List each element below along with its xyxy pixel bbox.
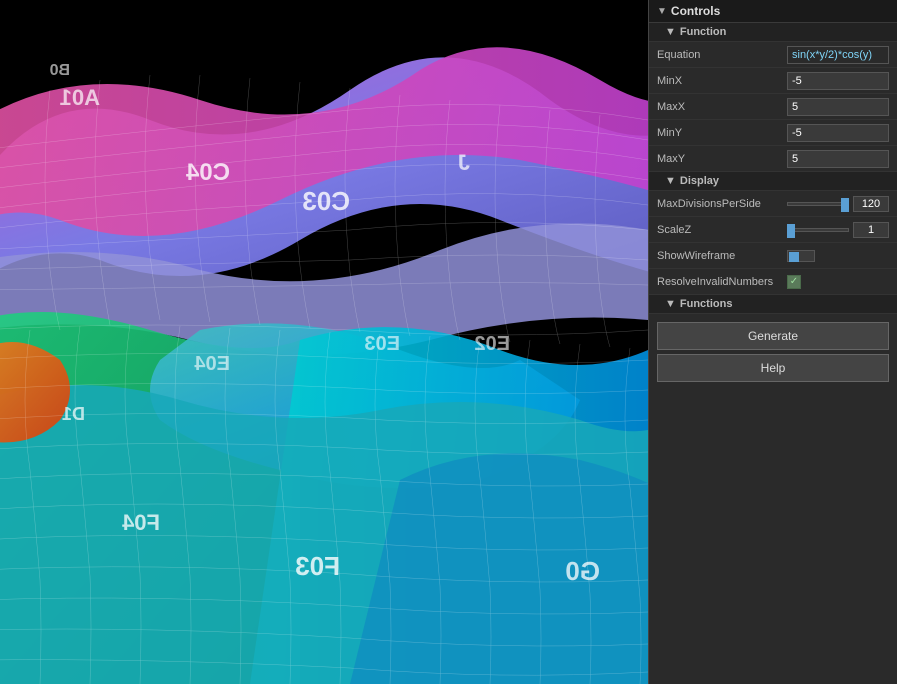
svg-text:E02: E02 [474, 333, 510, 355]
display-arrow-icon: ▼ [665, 175, 676, 187]
scale-z-value: 1 [853, 222, 889, 238]
resolve-invalid-label: ResolveInvalidNumbers [657, 276, 787, 288]
equation-label: Equation [657, 49, 787, 61]
minx-label: MinX [657, 75, 787, 87]
maxx-input[interactable] [787, 98, 889, 116]
miny-row: MinY [649, 120, 897, 146]
maxy-label: MaxY [657, 153, 787, 165]
max-divisions-value: 120 [853, 196, 889, 212]
scale-z-slider[interactable] [787, 228, 849, 232]
control-panel: ▼ Controls ▼ Function Equation MinX MaxX… [648, 0, 897, 684]
svg-text:C03: C03 [302, 186, 350, 216]
function-arrow-icon: ▼ [665, 26, 676, 38]
scale-z-row: ScaleZ 1 [649, 217, 897, 243]
svg-text:F04: F04 [121, 510, 160, 535]
checkmark-icon: ✓ [790, 276, 798, 287]
functions-arrow-icon: ▼ [665, 298, 676, 310]
controls-arrow-icon: ▼ [657, 6, 667, 17]
display-header[interactable]: ▼ Display [649, 172, 897, 191]
max-divisions-slider-container: 120 [787, 196, 889, 212]
svg-text:C04: C04 [185, 159, 230, 186]
svg-text:A01: A01 [60, 85, 100, 110]
svg-text:G0: G0 [565, 556, 600, 586]
help-button[interactable]: Help [657, 354, 889, 382]
scale-z-label: ScaleZ [657, 224, 787, 236]
equation-row: Equation [649, 42, 897, 68]
minx-input[interactable] [787, 72, 889, 90]
controls-title: Controls [671, 4, 720, 18]
show-wireframe-label: ShowWireframe [657, 250, 787, 262]
svg-text:D1: D1 [62, 404, 85, 424]
svg-text:J: J [458, 150, 470, 175]
function-label: Function [680, 26, 726, 38]
max-divisions-row: MaxDivisionsPerSide 120 [649, 191, 897, 217]
svg-text:B0: B0 [49, 62, 70, 79]
equation-input[interactable] [787, 46, 889, 64]
miny-label: MinY [657, 127, 787, 139]
controls-header[interactable]: ▼ Controls [649, 0, 897, 23]
show-wireframe-row: ShowWireframe [649, 243, 897, 269]
maxx-label: MaxX [657, 101, 787, 113]
functions-header[interactable]: ▼ Functions [649, 295, 897, 314]
display-label: Display [680, 175, 719, 187]
resolve-invalid-row: ResolveInvalidNumbers ✓ [649, 269, 897, 295]
max-divisions-label: MaxDivisionsPerSide [657, 198, 787, 210]
maxx-row: MaxX [649, 94, 897, 120]
functions-label: Functions [680, 298, 733, 310]
miny-input[interactable] [787, 124, 889, 142]
generate-button[interactable]: Generate [657, 322, 889, 350]
resolve-invalid-checkbox[interactable]: ✓ [787, 275, 801, 289]
minx-row: MinX [649, 68, 897, 94]
maxy-input[interactable] [787, 150, 889, 168]
max-divisions-slider[interactable] [787, 202, 849, 206]
3d-canvas: A01 C04 C03 B0 J E02 E03 E04 D1 F04 F03 … [0, 0, 648, 684]
maxy-row: MaxY [649, 146, 897, 172]
svg-text:E04: E04 [194, 353, 230, 375]
scale-z-slider-container: 1 [787, 222, 889, 238]
svg-text:E03: E03 [364, 333, 400, 355]
function-header[interactable]: ▼ Function [649, 23, 897, 42]
show-wireframe-toggle[interactable] [787, 250, 815, 262]
svg-text:F03: F03 [295, 551, 340, 581]
